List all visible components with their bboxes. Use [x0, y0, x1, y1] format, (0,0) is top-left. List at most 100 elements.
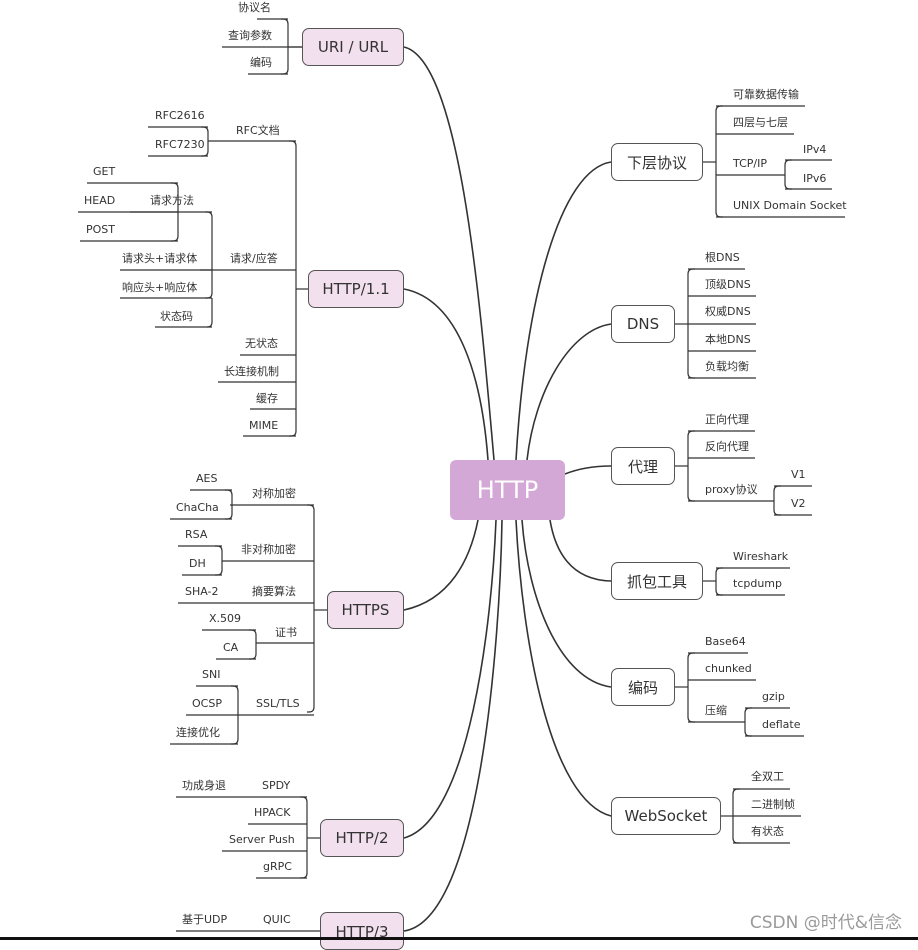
- node-dns[interactable]: DNS: [611, 305, 675, 343]
- label-ipv4[interactable]: IPv4: [803, 143, 826, 157]
- label-cache[interactable]: 缓存: [256, 392, 278, 406]
- label-base64[interactable]: Base64: [705, 635, 746, 649]
- label-digest-algorithm[interactable]: 摘要算法: [252, 585, 296, 599]
- curve-lower-protocol: [515, 161, 612, 461]
- label-reverse-proxy[interactable]: 反向代理: [705, 440, 749, 454]
- label-rfc2616[interactable]: RFC2616: [155, 109, 205, 123]
- curve-dns: [526, 323, 612, 461]
- label-get[interactable]: GET: [93, 165, 115, 179]
- label-sha2[interactable]: SHA-2: [185, 585, 219, 599]
- label-protocol-name[interactable]: 协议名: [238, 1, 271, 15]
- label-reliable-transfer[interactable]: 可靠数据传输: [733, 88, 799, 102]
- curve-http11: [403, 288, 489, 461]
- label-grpc[interactable]: gRPC: [263, 860, 292, 874]
- node-capture-tools[interactable]: 抓包工具: [611, 562, 703, 600]
- label-udp-based[interactable]: 基于UDP: [182, 913, 227, 927]
- label-local-dns[interactable]: 本地DNS: [705, 333, 751, 347]
- label-full-duplex[interactable]: 全双工: [751, 770, 784, 784]
- bracket: [784, 159, 792, 190]
- label-wireshark[interactable]: Wireshark: [733, 550, 788, 564]
- bracket: [687, 430, 695, 502]
- bracket: [687, 652, 695, 723]
- label-connection-optimization[interactable]: 连接优化: [176, 726, 220, 740]
- watermark: CSDN @时代&信念: [749, 913, 902, 933]
- label-gzip[interactable]: gzip: [762, 690, 785, 704]
- bracket: [773, 485, 781, 516]
- label-request-header-body[interactable]: 请求头+请求体: [122, 252, 197, 266]
- node-https[interactable]: HTTPS: [327, 591, 404, 629]
- bracket: [300, 796, 308, 879]
- label-mime[interactable]: MIME: [249, 419, 278, 433]
- label-compression[interactable]: 压缩: [705, 704, 727, 718]
- label-rsa[interactable]: RSA: [185, 528, 207, 542]
- label-query-params[interactable]: 查询参数: [228, 29, 272, 43]
- label-uri-encoding[interactable]: 编码: [250, 56, 272, 70]
- label-spdy[interactable]: SPDY: [262, 779, 290, 793]
- bracket: [307, 504, 315, 713]
- bracket: [249, 629, 257, 660]
- label-request-response[interactable]: 请求/应答: [230, 252, 278, 266]
- node-http2[interactable]: HTTP/2: [320, 819, 404, 857]
- label-head[interactable]: HEAD: [84, 194, 115, 208]
- curve-http3: [403, 519, 503, 932]
- curve-uri-url: [403, 46, 495, 461]
- label-load-balancing[interactable]: 负载均衡: [705, 360, 749, 374]
- node-uri-url[interactable]: URI / URL: [302, 28, 404, 66]
- bracket: [715, 567, 723, 596]
- label-keep-alive[interactable]: 长连接机制: [224, 365, 279, 379]
- label-v2[interactable]: V2: [791, 497, 806, 511]
- curve-https: [403, 519, 479, 611]
- label-deflate[interactable]: deflate: [762, 718, 801, 732]
- label-ocsp[interactable]: OCSP: [192, 697, 222, 711]
- label-layer4-layer7[interactable]: 四层与七层: [733, 116, 788, 130]
- label-dh[interactable]: DH: [189, 557, 206, 571]
- label-ssl-tls[interactable]: SSL/TLS: [256, 697, 300, 711]
- label-tld-dns[interactable]: 顶级DNS: [705, 278, 751, 292]
- label-authoritative-dns[interactable]: 权威DNS: [705, 305, 751, 319]
- label-aes[interactable]: AES: [196, 472, 217, 486]
- label-certificate[interactable]: 证书: [275, 626, 297, 640]
- label-chunked[interactable]: chunked: [705, 662, 752, 676]
- label-quic[interactable]: QUIC: [263, 913, 291, 927]
- label-response-header-body[interactable]: 响应头+响应体: [122, 281, 197, 295]
- node-proxy[interactable]: 代理: [611, 447, 675, 485]
- node-websocket[interactable]: WebSocket: [611, 797, 721, 835]
- bracket: [215, 545, 223, 576]
- node-http3[interactable]: HTTP/3: [320, 912, 404, 950]
- label-chacha[interactable]: ChaCha: [176, 501, 219, 515]
- label-ca[interactable]: CA: [223, 641, 238, 655]
- label-retired[interactable]: 功成身退: [182, 779, 226, 793]
- label-hpack[interactable]: HPACK: [254, 806, 290, 820]
- curve-http2: [403, 519, 497, 839]
- label-x509[interactable]: X.509: [209, 612, 241, 626]
- node-http11[interactable]: HTTP/1.1: [308, 270, 404, 308]
- label-post[interactable]: POST: [86, 223, 115, 237]
- label-forward-proxy[interactable]: 正向代理: [705, 413, 749, 427]
- label-request-methods[interactable]: 请求方法: [150, 194, 194, 208]
- label-unix-domain-socket[interactable]: UNIX Domain Socket: [733, 199, 847, 213]
- label-tcpdump[interactable]: tcpdump: [733, 577, 782, 591]
- label-rfc7230[interactable]: RFC7230: [155, 138, 205, 152]
- root-node-http[interactable]: HTTP: [450, 460, 565, 520]
- label-asymmetric-encryption[interactable]: 非对称加密: [241, 543, 296, 557]
- label-v1[interactable]: V1: [791, 468, 806, 482]
- label-stateful[interactable]: 有状态: [751, 825, 784, 839]
- label-server-push[interactable]: Server Push: [229, 833, 295, 847]
- label-ipv6[interactable]: IPv6: [803, 172, 826, 186]
- label-stateless[interactable]: 无状态: [245, 337, 278, 351]
- label-root-dns[interactable]: 根DNS: [705, 251, 740, 265]
- label-status-code[interactable]: 状态码: [160, 310, 193, 324]
- bracket: [205, 211, 213, 299]
- label-binary-frame[interactable]: 二进制帧: [751, 798, 795, 812]
- bracket: [744, 707, 752, 737]
- bracket: [715, 105, 723, 218]
- node-encoding[interactable]: 编码: [611, 668, 675, 706]
- curve-websocket: [515, 519, 612, 817]
- label-symmetric-encryption[interactable]: 对称加密: [252, 487, 296, 501]
- node-lower-protocol[interactable]: 下层协议: [611, 143, 703, 181]
- label-tcpip[interactable]: TCP/IP: [733, 157, 767, 171]
- label-sni[interactable]: SNI: [202, 668, 220, 682]
- label-rfc-docs[interactable]: RFC文档: [236, 124, 280, 138]
- curve-capture-tools: [549, 519, 612, 582]
- label-proxy-protocol[interactable]: proxy协议: [705, 483, 758, 497]
